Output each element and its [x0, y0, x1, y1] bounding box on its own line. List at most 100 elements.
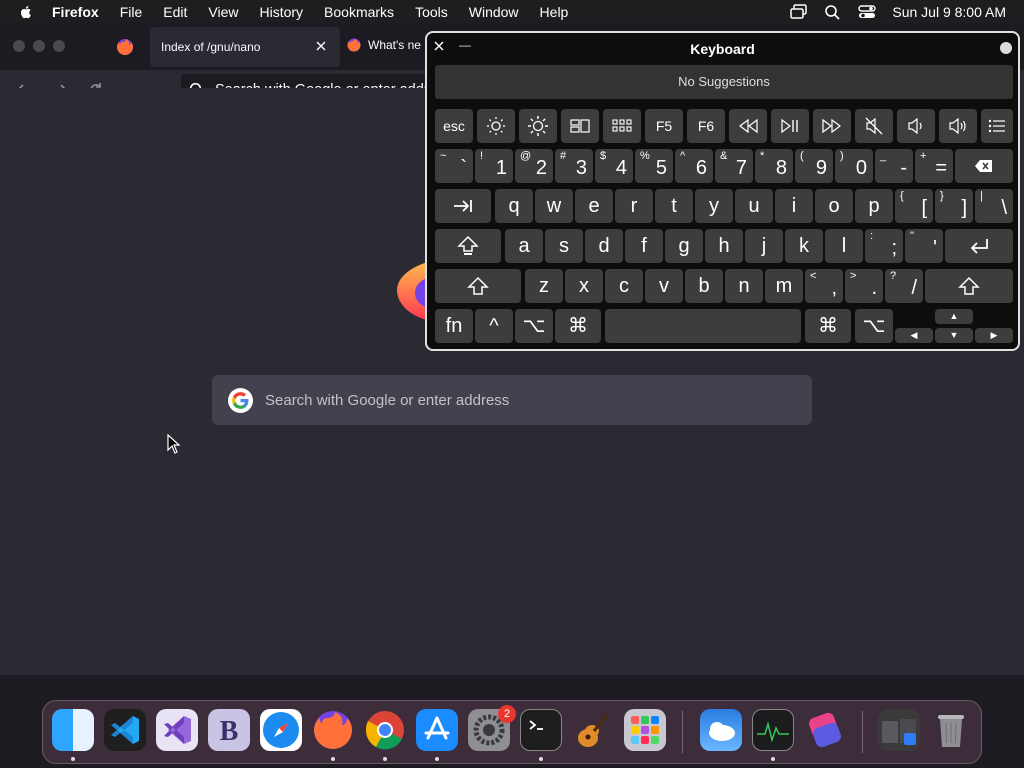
key-list[interactable] — [981, 109, 1013, 143]
menu-history[interactable]: History — [259, 4, 303, 20]
key-0[interactable]: ) 0 — [835, 149, 873, 183]
spotlight-search-icon[interactable] — [824, 4, 842, 20]
key-brightness-up[interactable] — [519, 109, 557, 143]
launchpad-icon[interactable] — [624, 709, 666, 751]
key-tab[interactable] — [435, 189, 491, 223]
key-w[interactable]: w — [535, 189, 573, 223]
terminal-icon[interactable] — [520, 709, 562, 751]
key-n[interactable]: n — [725, 269, 763, 303]
safari-icon[interactable] — [260, 709, 302, 751]
downloads-stack-icon[interactable] — [878, 709, 920, 751]
key-y[interactable]: y — [695, 189, 733, 223]
menubar-clock[interactable]: Sun Jul 9 8:00 AM — [892, 4, 1006, 20]
key-mission-control[interactable] — [561, 109, 599, 143]
menu-edit[interactable]: Edit — [163, 4, 187, 20]
trash-icon[interactable] — [930, 709, 972, 751]
key-return[interactable] — [945, 229, 1013, 263]
key-v[interactable]: v — [645, 269, 683, 303]
key-i[interactable]: i — [775, 189, 813, 223]
key-t[interactable]: t — [655, 189, 693, 223]
key-f5[interactable]: F5 — [645, 109, 683, 143]
key-backtick[interactable]: ~ ` — [435, 149, 473, 183]
menu-window[interactable]: Window — [469, 4, 519, 20]
key-period[interactable]: >. — [845, 269, 883, 303]
key-launchpad[interactable] — [603, 109, 641, 143]
weather-icon[interactable] — [700, 709, 742, 751]
key-8[interactable]: * 8 — [755, 149, 793, 183]
firefox-view-tab-icon[interactable] — [112, 35, 138, 59]
key-b[interactable]: b — [685, 269, 723, 303]
key-shift-right[interactable] — [925, 269, 1013, 303]
key-9[interactable]: (9 — [795, 149, 833, 183]
key-7[interactable]: & 7 — [715, 149, 753, 183]
key-x[interactable]: x — [565, 269, 603, 303]
key-p[interactable]: p — [855, 189, 893, 223]
key-2[interactable]: @2 — [515, 149, 553, 183]
app-store-icon[interactable] — [416, 709, 458, 751]
menu-help[interactable]: Help — [540, 4, 569, 20]
window-minimize-button[interactable] — [33, 40, 45, 52]
key-r[interactable]: r — [615, 189, 653, 223]
key-brightness-down[interactable] — [477, 109, 515, 143]
key-semicolon[interactable]: :; — [865, 229, 903, 263]
key-command-left[interactable]: ⌘ — [555, 309, 601, 343]
key-mute[interactable] — [855, 109, 893, 143]
finder-icon[interactable] — [52, 709, 94, 751]
key-caps-lock[interactable] — [435, 229, 501, 263]
screen-mirroring-icon[interactable] — [790, 3, 808, 20]
key-shift-left[interactable] — [435, 269, 521, 303]
key-control[interactable]: ^ — [475, 309, 513, 343]
key-4[interactable]: $4 — [595, 149, 633, 183]
key-o[interactable]: o — [815, 189, 853, 223]
key-f6[interactable]: F6 — [687, 109, 725, 143]
key-esc[interactable]: esc — [435, 109, 473, 143]
key-u[interactable]: u — [735, 189, 773, 223]
apple-icon[interactable] — [18, 4, 34, 20]
shortcuts-icon[interactable] — [804, 709, 846, 751]
menu-file[interactable]: File — [120, 4, 143, 20]
key-volume-down[interactable] — [897, 109, 935, 143]
key-option-right[interactable]: ⌥ — [855, 309, 893, 343]
activity-monitor-icon[interactable] — [752, 709, 794, 751]
key-z[interactable]: z — [525, 269, 563, 303]
key-slash[interactable]: ? / — [885, 269, 923, 303]
key-5[interactable]: % 5 — [635, 149, 673, 183]
key-q[interactable]: q — [495, 189, 533, 223]
key-fn[interactable]: fn — [435, 309, 473, 343]
key-delete[interactable] — [955, 149, 1013, 183]
menu-tools[interactable]: Tools — [415, 4, 448, 20]
key-backslash[interactable]: | \ — [975, 189, 1013, 223]
key-arrow-left[interactable]: ◀ — [895, 328, 933, 343]
bbedit-icon[interactable]: B — [208, 709, 250, 751]
firefox-icon[interactable] — [312, 709, 354, 751]
key-left-bracket[interactable]: {[ — [895, 189, 933, 223]
key-c[interactable]: c — [605, 269, 643, 303]
key-arrow-down[interactable]: ▼ — [935, 328, 973, 343]
vscode-icon[interactable] — [104, 709, 146, 751]
key-j[interactable]: j — [745, 229, 783, 263]
menu-bookmarks[interactable]: Bookmarks — [324, 4, 394, 20]
key-d[interactable]: d — [585, 229, 623, 263]
key-right-bracket[interactable]: }] — [935, 189, 973, 223]
visual-studio-icon[interactable] — [156, 709, 198, 751]
key-space[interactable] — [605, 309, 801, 343]
tab-index-gnu-nano[interactable]: Index of /gnu/nano — [150, 27, 340, 67]
key-a[interactable]: a — [505, 229, 543, 263]
chrome-icon[interactable] — [364, 709, 406, 751]
content-search-box[interactable]: Search with Google or enter address — [212, 375, 812, 425]
key-option-left[interactable]: ⌥ — [515, 309, 553, 343]
key-l[interactable]: l — [825, 229, 863, 263]
key-f[interactable]: f — [625, 229, 663, 263]
key-6[interactable]: ^ 6 — [675, 149, 713, 183]
window-close-button[interactable] — [13, 40, 25, 52]
key-m[interactable]: m — [765, 269, 803, 303]
window-zoom-button[interactable] — [53, 40, 65, 52]
key-k[interactable]: k — [785, 229, 823, 263]
key-command-right[interactable]: ⌘ — [805, 309, 851, 343]
key-play-pause[interactable] — [771, 109, 809, 143]
key-volume-up[interactable] — [939, 109, 977, 143]
key-arrow-up[interactable]: ▲ — [935, 309, 973, 324]
key-rewind[interactable] — [729, 109, 767, 143]
garageband-icon[interactable] — [572, 709, 614, 751]
more-options-icon[interactable] — [1000, 42, 1012, 54]
